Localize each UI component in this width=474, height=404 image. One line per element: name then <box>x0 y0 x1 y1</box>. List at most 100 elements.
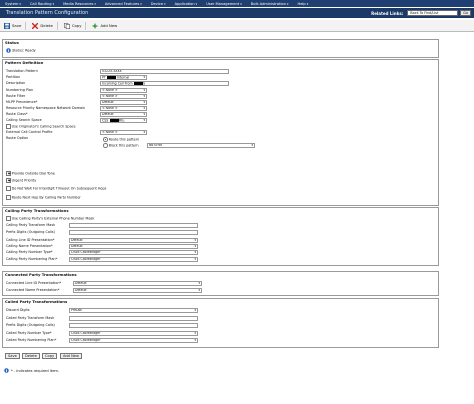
calling-search-space-label: Calling Search Space <box>6 118 42 122</box>
external-call-control-label: External Call Control Profile <box>6 130 53 134</box>
calling-number-type-label: Calling Party Number Type* <box>6 250 53 254</box>
status-row: Status: Ready <box>6 48 36 53</box>
route-class-select[interactable]: Default <box>100 112 147 117</box>
resource-priority-select[interactable]: < None > <box>100 106 147 111</box>
use-external-mask-row[interactable]: Use Calling Party's External Phone Numbe… <box>6 216 94 221</box>
called-number-type-label: Called Party Number Type* <box>6 331 52 335</box>
calling-party-title: Calling Party Transformations <box>5 208 69 213</box>
copy-button[interactable]: Copy <box>63 22 82 29</box>
route-next-hop-row[interactable]: Route Next Hop By Calling Party Number <box>6 195 81 200</box>
called-numbering-plan-select[interactable]: Cisco CallManager <box>69 338 198 343</box>
save-button[interactable]: Save <box>4 22 21 29</box>
urgent-priority-checkbox[interactable] <box>6 178 11 183</box>
calling-number-type-select[interactable]: Cisco CallManager <box>69 250 198 255</box>
bottom-delete-button[interactable]: Delete <box>22 353 40 359</box>
required-note: * - indicates required item. <box>4 368 59 373</box>
bottom-save-button[interactable]: Save <box>5 353 20 359</box>
block-reason-select[interactable]: No Error <box>147 143 255 148</box>
related-links-label: Related Links: <box>371 10 404 16</box>
discard-digits-select[interactable]: PreDot <box>69 308 198 313</box>
copy-button-label: Copy <box>71 23 82 28</box>
calling-numbering-plan-label: Calling Party Numbering Plan* <box>6 257 58 261</box>
connected-party-title: Connected Party Transformations <box>5 272 77 277</box>
route-this-pattern-radio[interactable] <box>103 137 108 142</box>
provide-outside-dial-tone-row[interactable]: Provide Outside Dial Tone <box>6 171 55 176</box>
connected-line-id-label: Connected Line ID Presentation* <box>6 281 62 285</box>
calling-line-id-select[interactable]: Default <box>69 238 198 243</box>
bottom-copy-button[interactable]: Copy <box>42 353 58 359</box>
called-prefix-digits-input[interactable] <box>69 323 198 328</box>
calling-transform-mask-input[interactable] <box>69 223 198 228</box>
go-button[interactable]: Go <box>460 10 471 16</box>
called-numbering-plan-label: Called Party Numbering Plan* <box>6 338 57 342</box>
partition-select[interactable]: PT Internal <box>100 75 147 80</box>
menu-application[interactable]: Application <box>170 2 202 6</box>
required-note-asterisk: * <box>11 368 13 373</box>
page-title: Translation Pattern Configuration <box>6 10 89 16</box>
called-party-title: Called Party Transformations <box>5 299 68 304</box>
description-input[interactable]: Incoming Call From G <box>100 81 229 86</box>
menu-media-resources[interactable]: Media Resources <box>58 2 100 6</box>
do-not-wait-row[interactable]: Do Not Wait For Interdigit Timeout On Su… <box>6 186 106 191</box>
add-new-button[interactable]: Add New <box>92 23 117 29</box>
bottom-add-new-button[interactable]: Add New <box>60 353 82 359</box>
numbering-plan-label: Numbering Plan <box>6 88 34 92</box>
connected-line-id-select[interactable]: Default <box>73 281 202 286</box>
block-this-pattern-option[interactable]: Block this pattern <box>103 143 139 148</box>
menu-help[interactable]: Help <box>293 2 313 6</box>
discard-digits-label: Discard Digits <box>6 308 30 312</box>
called-transform-mask-input[interactable] <box>69 316 198 321</box>
mlpp-precedence-select[interactable]: Default <box>100 100 147 105</box>
mlpp-precedence-label: MLPP Precedence* <box>6 100 38 104</box>
use-external-mask-checkbox[interactable] <box>6 216 11 221</box>
connected-name-select[interactable]: Default <box>73 288 202 293</box>
translation-pattern-label: Translation Pattern <box>6 69 38 73</box>
menu-advanced-features[interactable]: Advanced Features <box>100 2 146 6</box>
related-links-select[interactable]: Back To Find/List <box>407 10 459 16</box>
translation-pattern-input[interactable]: 03225.3XXX <box>100 69 229 74</box>
info-icon <box>6 48 11 53</box>
provide-outside-dial-tone-checkbox[interactable] <box>6 171 11 176</box>
menu-device[interactable]: Device <box>146 2 170 6</box>
redaction-block <box>109 119 119 122</box>
menu-bulk-administration[interactable]: Bulk Administration <box>246 2 293 6</box>
toolbar-divider <box>25 21 27 30</box>
route-filter-label: Route Filter <box>6 94 26 98</box>
use-originator-css-row[interactable]: Use Originator's Calling Search Space <box>6 124 76 129</box>
connected-name-label: Connected Name Presentation* <box>6 288 60 292</box>
menu-call-routing[interactable]: Call Routing <box>25 2 58 6</box>
status-section-title: Status <box>5 40 19 45</box>
route-class-label: Route Class* <box>6 112 28 116</box>
route-option-label: Route Option <box>6 136 29 140</box>
connected-party-section: Connected Party Transformations Connecte… <box>2 271 439 296</box>
urgent-priority-row[interactable]: Urgent Priority <box>6 178 36 183</box>
menu-system[interactable]: System <box>0 2 25 6</box>
numbering-plan-select[interactable]: < None > <box>100 88 147 93</box>
use-originator-css-checkbox[interactable] <box>6 124 11 129</box>
called-prefix-digits-label: Prefix Digits (Outgoing Calls) <box>6 323 55 327</box>
redaction-block <box>133 82 143 85</box>
called-transform-mask-label: Called Party Transform Mask <box>6 316 55 320</box>
menu-user-management[interactable]: User Management <box>201 2 246 6</box>
calling-transform-mask-label: Calling Party Transform Mask <box>6 223 56 227</box>
calling-name-presentation-select[interactable]: Default <box>69 244 198 249</box>
route-this-pattern-option[interactable]: Route this pattern <box>103 137 139 142</box>
add-new-button-label: Add New <box>100 23 118 28</box>
redaction-block <box>106 76 116 79</box>
called-party-section: Called Party Transformations Discard Dig… <box>2 298 439 348</box>
calling-prefix-digits-input[interactable] <box>69 230 198 235</box>
route-next-hop-checkbox[interactable] <box>6 195 11 200</box>
block-this-pattern-radio[interactable] <box>103 143 108 148</box>
route-filter-select[interactable]: < None > <box>100 94 147 99</box>
delete-button[interactable]: Delete <box>32 22 53 29</box>
external-call-control-select[interactable]: < None > <box>100 130 147 135</box>
calling-prefix-digits-label: Prefix Digits (Outgoing Calls) <box>6 230 55 234</box>
calling-numbering-plan-select[interactable]: Cisco CallManager <box>69 257 198 262</box>
do-not-wait-checkbox[interactable] <box>6 186 11 191</box>
info-icon <box>4 368 9 373</box>
resource-priority-label: Resource Priority Namespace Network Doma… <box>6 106 86 110</box>
menubar: System Call Routing Media Resources Adva… <box>0 0 474 7</box>
called-number-type-select[interactable]: Cisco CallManager <box>69 331 198 336</box>
calling-search-space-select[interactable]: CSS_Rtu <box>100 118 147 123</box>
description-label: Description <box>6 81 26 85</box>
